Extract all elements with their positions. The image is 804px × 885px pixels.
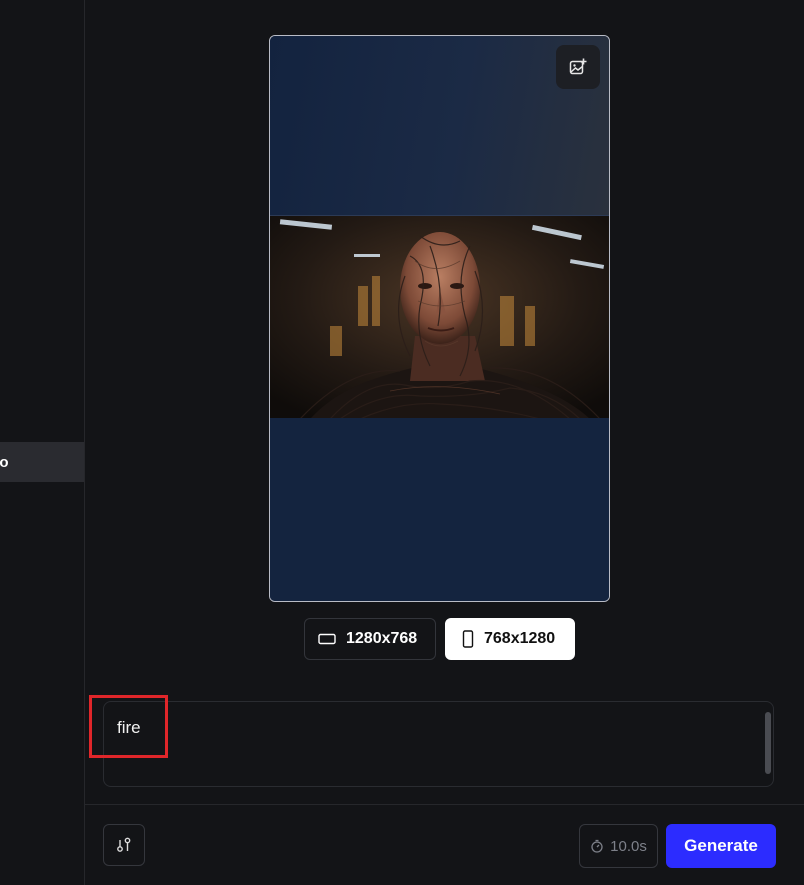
duration-label: 10.0s bbox=[610, 837, 647, 855]
generate-button[interactable]: Generate bbox=[666, 824, 776, 868]
duration-selector[interactable]: 10.0s bbox=[579, 824, 658, 868]
sidebar-item-selected[interactable]: eo bbox=[0, 442, 84, 482]
route-icon bbox=[117, 837, 131, 852]
prompt-input[interactable]: fire bbox=[103, 701, 774, 787]
timer-icon bbox=[591, 839, 603, 853]
wire-figure-illustration bbox=[270, 216, 609, 420]
prompt-scrollbar[interactable] bbox=[765, 712, 771, 774]
divider bbox=[85, 804, 804, 805]
landscape-rect-icon bbox=[318, 633, 336, 645]
aspect-ratio-label: 768x1280 bbox=[484, 630, 556, 647]
aspect-ratio-landscape-button[interactable]: 1280x768 bbox=[304, 618, 436, 660]
preview-image bbox=[270, 215, 609, 420]
aspect-ratio-label: 1280x768 bbox=[346, 630, 418, 647]
settings-toggle-button[interactable] bbox=[103, 824, 145, 866]
sidebar: eo bbox=[0, 0, 85, 885]
image-plus-icon bbox=[569, 58, 587, 75]
add-image-button[interactable] bbox=[556, 45, 600, 89]
sidebar-item-label: eo bbox=[0, 453, 9, 471]
aspect-ratio-portrait-button[interactable]: 768x1280 bbox=[445, 618, 575, 660]
aspect-ratio-selector: 1280x768 768x1280 bbox=[304, 618, 575, 660]
preview-padding-bottom bbox=[270, 418, 609, 601]
preview-frame bbox=[269, 35, 610, 602]
highlight-annotation bbox=[89, 695, 168, 758]
portrait-rect-icon bbox=[462, 630, 474, 648]
